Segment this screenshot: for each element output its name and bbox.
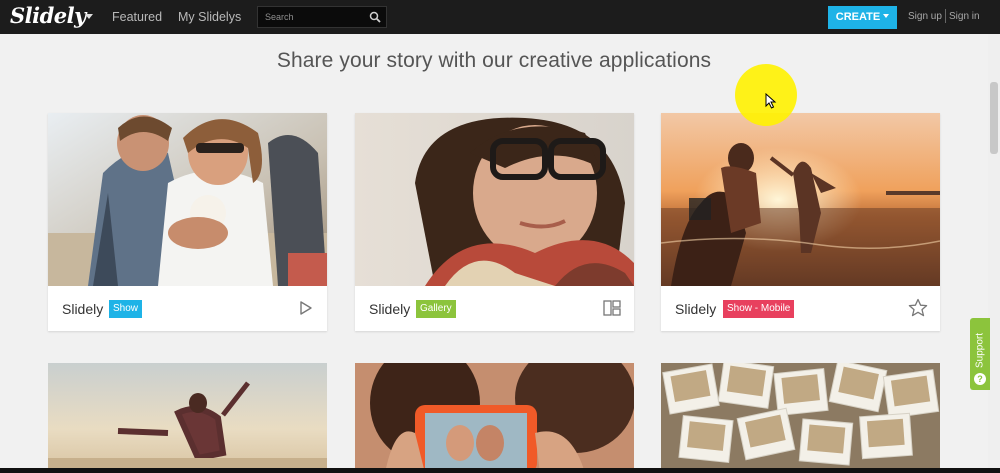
support-tab[interactable]: Support ?	[970, 318, 990, 390]
star-icon[interactable]	[908, 298, 928, 318]
help-icon: ?	[974, 373, 986, 385]
nav-my-slidelys[interactable]: My Slidelys	[178, 10, 241, 24]
card-photo-woman-glasses	[355, 113, 634, 286]
search-box[interactable]: Search	[257, 6, 387, 28]
top-navigation-bar: Slidely Featured My Slidelys Search CREA…	[0, 0, 1000, 34]
nav-featured[interactable]: Featured	[112, 10, 162, 24]
create-button-label: CREATE	[835, 11, 881, 23]
sign-up-link[interactable]: Sign up	[908, 11, 942, 22]
app-card-gallery[interactable]: Slidely Gallery	[355, 113, 634, 331]
card-photo-selfie-phone	[355, 363, 634, 473]
card-photo-couple	[48, 113, 327, 286]
card-brand: Slidely	[369, 301, 411, 317]
app-card-show[interactable]: Slidely Show	[48, 113, 327, 331]
play-icon[interactable]	[295, 298, 315, 318]
app-card-row2-2[interactable]	[355, 363, 634, 473]
card-photo-polaroids	[661, 363, 940, 473]
card-photo-beach-sunset	[661, 113, 940, 286]
card-brand: Slidely	[675, 301, 717, 317]
create-button[interactable]: CREATE	[828, 6, 897, 29]
slidely-logo[interactable]: Slidely	[10, 3, 86, 28]
tag-gallery[interactable]: Gallery	[416, 300, 456, 318]
sign-in-link[interactable]: Sign in	[949, 11, 980, 22]
app-card-show-mobile[interactable]: Slidely Show - Mobile	[661, 113, 940, 331]
tag-show-mobile[interactable]: Show - Mobile	[723, 300, 795, 318]
app-card-row2-1[interactable]	[48, 363, 327, 473]
card-footer: Slidely Gallery	[355, 286, 634, 331]
create-caret-icon	[883, 14, 890, 18]
page-headline: Share your story with our creative appli…	[276, 49, 712, 72]
mouse-pointer-icon	[765, 93, 777, 109]
app-card-row2-3[interactable]	[661, 363, 940, 473]
scrollbar-thumb[interactable]	[990, 82, 998, 154]
gallery-layout-icon[interactable]	[602, 298, 622, 318]
card-photo-jumping-person	[48, 363, 327, 473]
tag-show[interactable]: Show	[109, 300, 143, 318]
card-brand: Slidely	[62, 301, 104, 317]
card-footer: Slidely Show	[48, 286, 327, 331]
logo-dropdown-caret-icon[interactable]	[85, 14, 93, 19]
card-footer: Slidely Show - Mobile	[661, 286, 940, 331]
bottom-edge-bar	[0, 468, 1000, 473]
search-icon[interactable]	[369, 11, 381, 23]
auth-divider	[945, 9, 946, 23]
search-input[interactable]: Search	[265, 12, 294, 22]
